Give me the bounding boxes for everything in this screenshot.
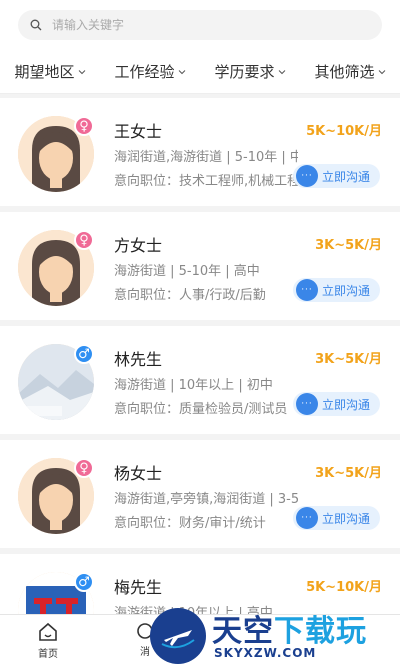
desired-position: 意向职位：质量检验员/测试员 xyxy=(114,402,288,417)
filter-label: 工作经验 xyxy=(114,63,175,81)
filter-label: 学历要求 xyxy=(214,63,275,81)
nav-home-label: 首页 xyxy=(38,649,58,660)
candidate-name: 王女士 xyxy=(114,122,163,141)
candidate-name: 林先生 xyxy=(114,350,163,369)
female-gender-icon: ♀ xyxy=(74,230,94,250)
chat-now-button[interactable]: ··· 立即沟通 xyxy=(292,164,380,188)
candidate-card[interactable]: ♀ 方女士 3K~5K/月海游街道 | 5-10年 | 高中 意向职位：人事/行政/后… xyxy=(0,212,400,320)
candidate-info: 海游街道,亭旁镇,海润街道 | 3-5年 xyxy=(114,492,298,507)
watermark-title-left: 天空 xyxy=(212,614,274,649)
chat-bubble-icon: ··· xyxy=(295,165,318,187)
salary: 5K~10K/月 xyxy=(306,124,382,139)
chat-bubble-icon: ··· xyxy=(295,279,318,301)
chat-now-button[interactable]: ··· 立即沟通 xyxy=(292,506,380,530)
candidate-info: 海游街道 | 5-10年 | 高中 xyxy=(114,264,260,279)
watermark-subtitle: SKYXZW.COM xyxy=(214,646,317,660)
watermark-logo xyxy=(150,608,206,664)
candidate-card[interactable]: ♀ 王女士 5K~10K/月 海润街道,海游街道 | 5-10年 | 中专 意向职位：技… xyxy=(0,98,400,206)
salary: 3K~5K/月 xyxy=(315,352,382,367)
candidate-info: 海润街道,海游街道 | 5-10年 | 中专 xyxy=(114,150,298,165)
chevron-down-icon xyxy=(178,69,185,74)
desired-position: 意向职位：人事/行政/后勤 xyxy=(114,288,266,303)
salary: 3K~5K/月 xyxy=(315,466,382,481)
salary: 3K~5K/月 xyxy=(315,238,382,253)
search-bar[interactable] xyxy=(18,10,382,40)
search-header xyxy=(0,0,400,50)
chat-now-button[interactable]: ··· 立即沟通 xyxy=(292,278,380,302)
filter-bar: 期望地区 工作经验 学历要求 其他筛选 xyxy=(0,50,400,94)
filter-other[interactable]: 其他筛选 xyxy=(300,50,400,93)
chevron-down-icon xyxy=(78,69,85,74)
chat-now-label: 立即沟通 xyxy=(321,169,370,184)
filter-experience[interactable]: 工作经验 xyxy=(100,50,200,93)
female-gender-icon: ♀ xyxy=(74,458,94,478)
watermark-title-right: 下载玩 xyxy=(274,614,367,649)
chat-now-label: 立即沟通 xyxy=(321,511,370,526)
search-icon xyxy=(30,19,42,31)
nav-home[interactable]: 首页 xyxy=(28,621,68,660)
watermark: 天空下载玩 SKYXZW.COM xyxy=(150,604,400,666)
chat-bubble-icon: ··· xyxy=(295,507,318,529)
chat-bubble-icon: ··· xyxy=(295,393,318,415)
nav-message-label: 消 xyxy=(140,647,150,658)
candidate-card[interactable]: ♂ 林先生 3K~5K/月海游街道 | 10年以上 | 初中 意向职位：质量检验员/测… xyxy=(0,326,400,434)
candidate-card[interactable]: ♀ 杨女士 3K~5K/月海游街道,亭旁镇,海润街道 | 3-5年 意向职位：财务/审… xyxy=(0,440,400,548)
desired-position: 意向职位：财务/审计/统计 xyxy=(114,516,266,531)
candidate-name: 梅先生 xyxy=(114,578,163,597)
plane-icon xyxy=(161,630,195,649)
filter-region[interactable]: 期望地区 xyxy=(0,50,100,93)
chat-now-button[interactable]: ··· 立即沟通 xyxy=(292,392,380,416)
filter-label: 期望地区 xyxy=(14,63,75,81)
home-icon xyxy=(39,622,57,641)
male-gender-icon: ♂ xyxy=(74,572,94,592)
candidate-name: 方女士 xyxy=(114,236,163,255)
search-input[interactable] xyxy=(52,18,352,32)
chat-now-label: 立即沟通 xyxy=(321,397,370,412)
salary: 5K~10K/月 xyxy=(306,580,382,595)
chevron-down-icon xyxy=(378,69,385,74)
female-gender-icon: ♀ xyxy=(74,116,94,136)
candidate-name: 杨女士 xyxy=(114,464,163,483)
filter-label: 其他筛选 xyxy=(314,63,375,81)
desired-position: 意向职位：技术工程师,机械工程师 xyxy=(114,174,298,189)
filter-education[interactable]: 学历要求 xyxy=(200,50,300,93)
male-gender-icon: ♂ xyxy=(74,344,94,364)
candidate-info: 海游街道 | 10年以上 | 初中 xyxy=(114,378,273,393)
chevron-down-icon xyxy=(278,69,285,74)
page: 期望地区 工作经验 学历要求 其他筛选 ♀王女士5K~10K/月海润街道,海游街… xyxy=(0,0,400,666)
candidate-list: ♀ 王女士 5K~10K/月 海润街道,海游街道 | 5-10年 | 中专 意向职位：技… xyxy=(0,98,400,666)
watermark-title: 天空下载玩 xyxy=(212,606,367,650)
chat-now-label: 立即沟通 xyxy=(321,283,370,298)
